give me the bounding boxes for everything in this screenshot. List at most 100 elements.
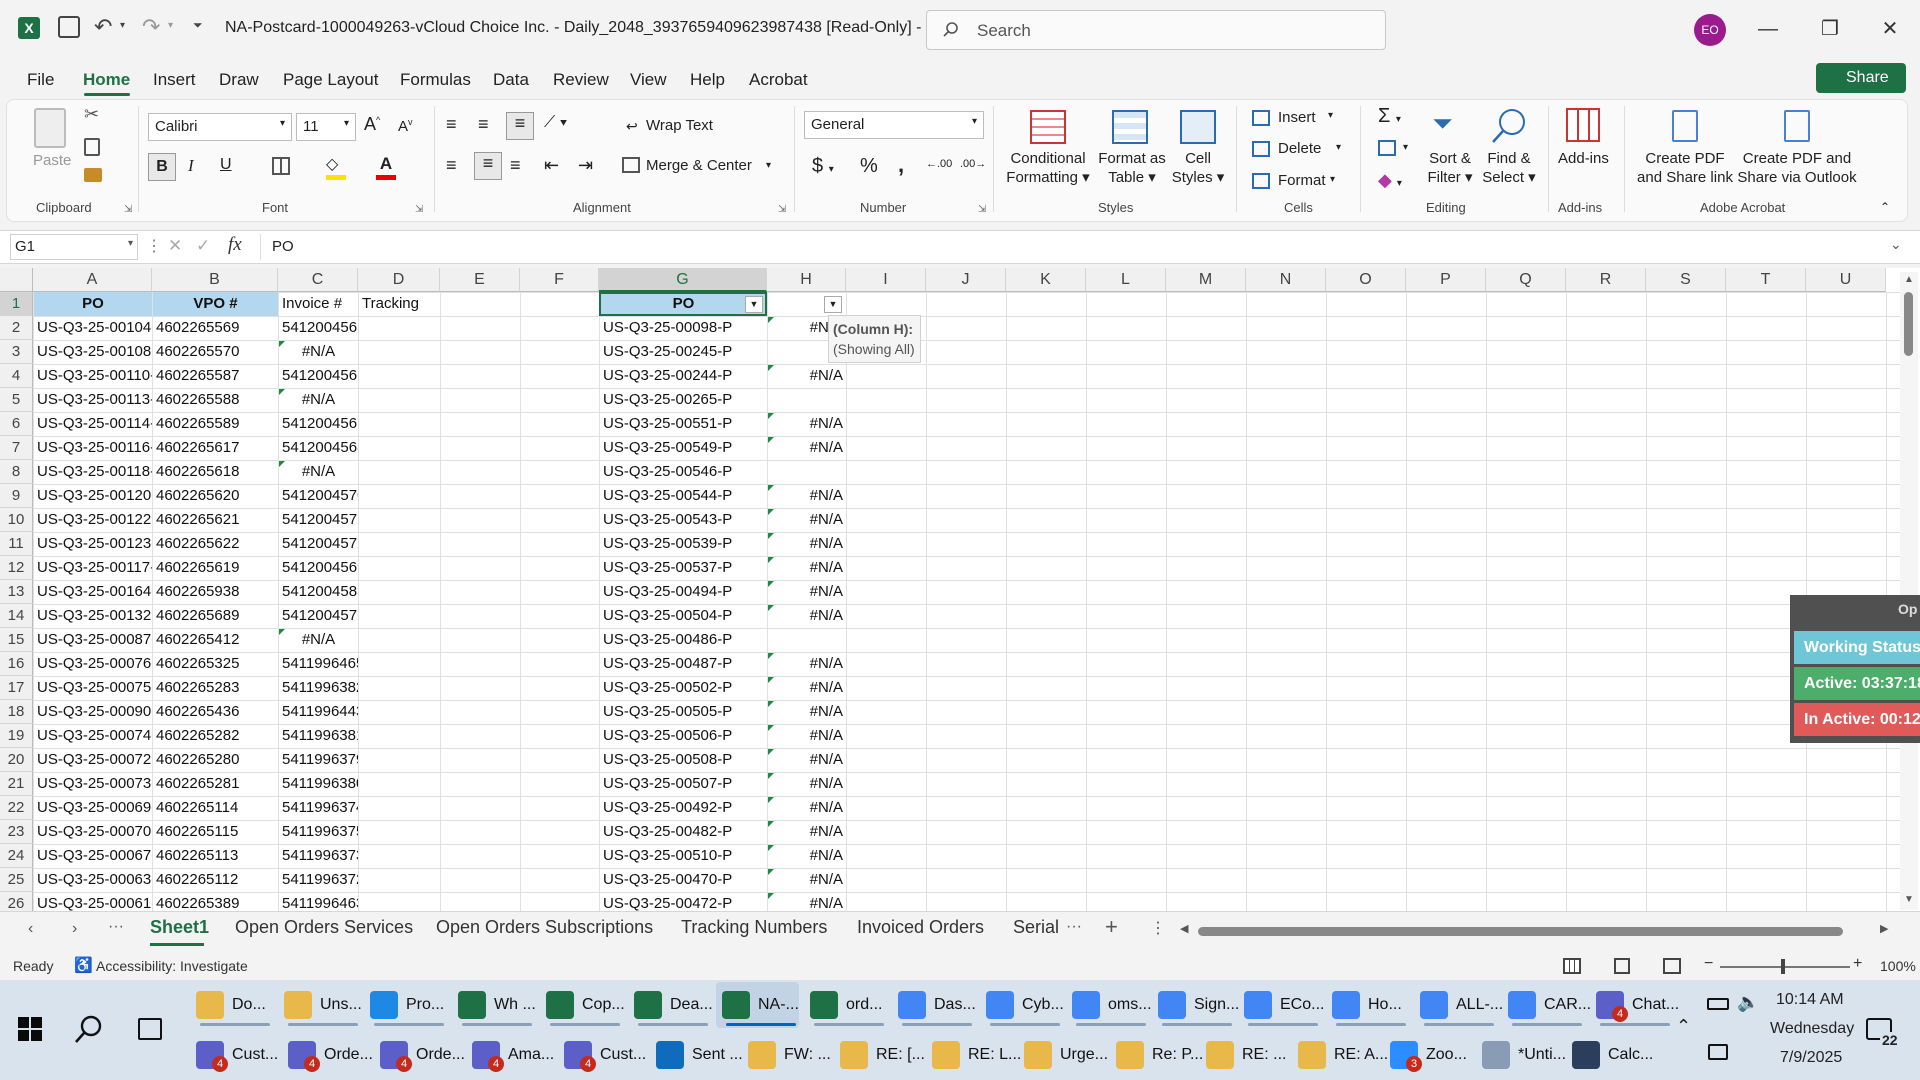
insert-dropdown-icon[interactable]: ▾ bbox=[1328, 110, 1333, 121]
merge-center-button[interactable]: Merge & Center bbox=[646, 157, 752, 174]
cell-invoice[interactable]: 5412004576 bbox=[279, 604, 358, 628]
row-header[interactable]: 20 bbox=[0, 748, 33, 772]
increase-font-icon[interactable]: A^ bbox=[364, 114, 380, 135]
tab-tracking-numbers[interactable]: Tracking Numbers bbox=[681, 917, 827, 938]
cell-po-g[interactable]: US-Q3-25-00492-P bbox=[600, 796, 767, 820]
cell-vpo[interactable]: 4602265621 bbox=[153, 508, 278, 532]
battery-icon[interactable] bbox=[1707, 998, 1729, 1010]
next-sheet-icon[interactable]: › bbox=[72, 920, 77, 938]
cell-vpo[interactable]: 4602265938 bbox=[153, 580, 278, 604]
cell-vpo[interactable]: 4602265569 bbox=[153, 316, 278, 340]
borders-icon[interactable] bbox=[272, 157, 290, 175]
number-launcher-icon[interactable]: ⇲ bbox=[978, 204, 986, 215]
font-launcher-icon[interactable]: ⇲ bbox=[415, 204, 423, 215]
taskbar-app[interactable]: Uns... bbox=[278, 982, 362, 1028]
column-header-r[interactable]: R bbox=[1566, 268, 1646, 292]
taskbar-app[interactable]: 4 Cust... bbox=[190, 1032, 278, 1078]
cell-invoice[interactable]: 5411996372 bbox=[279, 868, 358, 892]
cell-invoice[interactable]: 5411996381 bbox=[279, 724, 358, 748]
cell-po[interactable]: US-Q3-25-00118-P bbox=[34, 460, 152, 484]
taskbar-app[interactable]: RE: ... bbox=[1200, 1032, 1286, 1078]
normal-view-icon[interactable] bbox=[1563, 958, 1581, 974]
add-ins-icon[interactable] bbox=[1566, 108, 1600, 142]
expand-formula-icon[interactable]: ⌄ bbox=[1890, 236, 1902, 253]
add-sheet-icon[interactable]: + bbox=[1105, 914, 1118, 940]
taskbar-app[interactable]: Cyb... bbox=[980, 982, 1064, 1028]
row-header[interactable]: 12 bbox=[0, 556, 33, 580]
cell-vpo[interactable]: 4602265570 bbox=[153, 340, 278, 364]
cell-po-g[interactable]: US-Q3-25-00507-P bbox=[600, 772, 767, 796]
zoom-slider[interactable] bbox=[1720, 966, 1850, 968]
accessibility-icon[interactable]: ♿ bbox=[74, 956, 93, 974]
autosum-icon[interactable]: Σ ▾ bbox=[1378, 105, 1401, 128]
customize-qat-icon[interactable]: ⏷ bbox=[193, 18, 203, 33]
cell-lookup-h[interactable]: #N/A bbox=[768, 364, 846, 388]
font-size-select[interactable]: 11 ▾ bbox=[296, 113, 356, 141]
cell-invoice[interactable]: 5412004570 bbox=[279, 484, 358, 508]
cell-invoice[interactable]: 5412004569 bbox=[279, 556, 358, 580]
cell-invoice[interactable]: 5412004583 bbox=[279, 580, 358, 604]
row-header[interactable]: 2 bbox=[0, 316, 33, 340]
cell-po-g[interactable]: US-Q3-25-00494-P bbox=[600, 580, 767, 604]
column-header-m[interactable]: M bbox=[1166, 268, 1246, 292]
sort-filter-icon[interactable]: ⏷ bbox=[1432, 108, 1453, 140]
column-header-c[interactable]: C bbox=[278, 268, 358, 292]
column-header-u[interactable]: U bbox=[1806, 268, 1886, 292]
cell-invoice[interactable]: #N/A bbox=[279, 388, 358, 412]
cell-lookup-h[interactable]: #N/A bbox=[768, 724, 846, 748]
save-icon[interactable] bbox=[58, 16, 80, 38]
search-box[interactable]: Search bbox=[926, 10, 1386, 50]
cell-po-g[interactable]: US-Q3-25-00245-P bbox=[600, 340, 767, 364]
share-button[interactable]: Share bbox=[1816, 63, 1906, 93]
cell-lookup-h[interactable]: #N/A bbox=[768, 652, 846, 676]
taskbar-app[interactable]: oms... bbox=[1066, 982, 1152, 1028]
cell-styles-button[interactable]: Cell Styles ▾ bbox=[1168, 149, 1228, 187]
cell-lookup-h[interactable]: #N/A bbox=[768, 436, 846, 460]
header-cell-tracking[interactable]: Tracking bbox=[359, 292, 440, 316]
cell-invoice[interactable]: 5411996443 bbox=[279, 700, 358, 724]
cell-invoice[interactable]: 5412004572 bbox=[279, 532, 358, 556]
taskbar-app[interactable]: Sign... bbox=[1152, 982, 1239, 1028]
row-header[interactable]: 17 bbox=[0, 676, 33, 700]
close-button[interactable]: ✕ bbox=[1870, 10, 1910, 50]
cell-po-g[interactable]: US-Q3-25-00506-P bbox=[600, 724, 767, 748]
delete-cells-button[interactable]: Delete bbox=[1278, 140, 1321, 157]
cell-invoice[interactable]: 5412004565 bbox=[279, 316, 358, 340]
filter-dropdown-h[interactable]: ▼ bbox=[824, 296, 842, 313]
hscroll-left-icon[interactable]: ◀ bbox=[1180, 922, 1188, 935]
volume-icon[interactable]: 🔈 bbox=[1737, 992, 1759, 1013]
clock-time[interactable]: 10:14 AM bbox=[1776, 991, 1844, 1009]
row-header[interactable]: 1 bbox=[0, 292, 33, 316]
zoom-out-icon[interactable]: − bbox=[1704, 955, 1713, 973]
row-header[interactable]: 18 bbox=[0, 700, 33, 724]
cell-vpo[interactable]: 4602265281 bbox=[153, 772, 278, 796]
clear-icon[interactable]: ◆ ▾ bbox=[1378, 170, 1402, 191]
taskbar-app[interactable]: Sent ... bbox=[650, 1032, 743, 1078]
cell-vpo[interactable]: 4602265618 bbox=[153, 460, 278, 484]
cell-vpo[interactable]: 4602265282 bbox=[153, 724, 278, 748]
cell-po-g[interactable]: US-Q3-25-00502-P bbox=[600, 676, 767, 700]
decrease-indent-icon[interactable]: ⇤ bbox=[544, 155, 559, 176]
add-ins-button[interactable]: Add-ins bbox=[1558, 150, 1609, 167]
show-hidden-icons[interactable]: ⌃ bbox=[1676, 1016, 1691, 1037]
cell-po-g[interactable]: US-Q3-25-00551-P bbox=[600, 412, 767, 436]
underline-button[interactable]: U bbox=[220, 156, 232, 174]
align-bottom-icon[interactable]: ≡ bbox=[506, 112, 534, 140]
cell-po[interactable]: US-Q3-25-00164-P bbox=[34, 580, 152, 604]
cancel-entry-icon[interactable]: ✕ bbox=[168, 236, 182, 256]
fill-color-icon[interactable]: ◇ bbox=[326, 154, 346, 180]
formula-input[interactable]: PO bbox=[272, 238, 294, 255]
paste-icon[interactable] bbox=[34, 108, 66, 148]
taskbar-app[interactable]: *Unti... bbox=[1476, 1032, 1566, 1078]
taskbar-app[interactable]: CAR... bbox=[1502, 982, 1591, 1028]
cell-invoice[interactable]: #N/A bbox=[279, 628, 358, 652]
cell-lookup-h[interactable]: #N/A bbox=[768, 604, 846, 628]
column-header-q[interactable]: Q bbox=[1486, 268, 1566, 292]
format-cells-button[interactable]: Format bbox=[1278, 172, 1326, 189]
create-pdf-share-icon[interactable] bbox=[1672, 110, 1698, 142]
row-header[interactable]: 14 bbox=[0, 604, 33, 628]
row-header[interactable]: 24 bbox=[0, 844, 33, 868]
time-tracker-widget[interactable]: Op Working Status: Active: 03:37:18 In A… bbox=[1790, 595, 1920, 743]
cell-lookup-h[interactable]: #N/A bbox=[768, 868, 846, 892]
row-header[interactable]: 6 bbox=[0, 412, 33, 436]
